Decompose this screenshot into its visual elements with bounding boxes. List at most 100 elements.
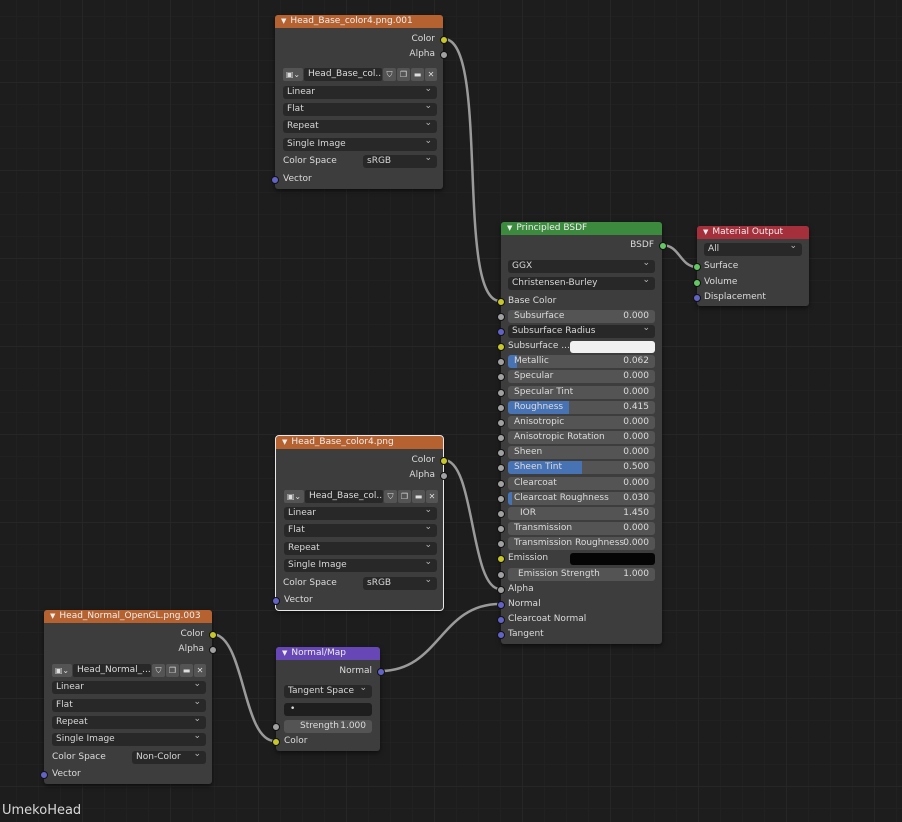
material-output-node[interactable]: ▼ Material Output All Surface Volume Disp… [693, 226, 809, 306]
strength-input-socket[interactable] [272, 723, 280, 731]
target-dropdown[interactable]: All [704, 240, 802, 256]
slider-ior[interactable]: IOR 1.450 [508, 507, 655, 520]
normal-map-node[interactable]: ▼ Normal/Map Normal Tangent Space • Stren… [272, 647, 385, 751]
duplicate-icon[interactable]: ❐ [397, 68, 410, 81]
vector-input-socket[interactable] [271, 176, 279, 184]
color-space-dropdown[interactable]: sRGB [363, 574, 437, 590]
node-header[interactable]: ▼ Head_Base_color4.png [276, 436, 443, 449]
slider-input-socket[interactable] [497, 495, 505, 503]
fake-user-shield-icon[interactable]: ⛉ [152, 664, 165, 677]
collapse-triangle-icon[interactable]: ▼ [281, 17, 286, 25]
extension-dropdown[interactable]: Repeat [284, 539, 437, 555]
color-space-dropdown[interactable]: Non-Color [132, 748, 206, 764]
image-texture-node-2[interactable]: ▼ Head_Base_color4.png Color Alpha ▣⌄ Hea… [272, 435, 448, 611]
projection-dropdown[interactable]: Flat [283, 100, 437, 116]
slider-input-socket[interactable] [497, 540, 505, 548]
principled-bsdf-node[interactable]: ▼ Principled BSDF BSDF GGX Christensen-Bu… [497, 222, 667, 644]
normal-input-socket[interactable] [497, 601, 505, 609]
slider-input-socket[interactable] [497, 389, 505, 397]
subsurface-color-input-socket[interactable] [497, 343, 505, 351]
duplicate-icon[interactable]: ❐ [166, 664, 179, 677]
space-dropdown[interactable]: Tangent Space [284, 682, 372, 698]
node-header[interactable]: ▼ Normal/Map [276, 647, 380, 660]
slider-sheen-tint[interactable]: Sheen Tint 0.500 [508, 461, 655, 474]
distribution-dropdown[interactable]: GGX [508, 257, 655, 273]
slider-anisotropic[interactable]: Anisotropic 0.000 [508, 416, 655, 429]
node-header[interactable]: ▼ Head_Normal_OpenGL.png.003 [44, 610, 212, 623]
slider-specular-tint[interactable]: Specular Tint 0.000 [508, 386, 655, 399]
emission-input-socket[interactable] [497, 555, 505, 563]
interpolation-dropdown[interactable]: Linear [283, 83, 437, 99]
unlink-close-icon[interactable]: ✕ [425, 68, 437, 81]
slider-input-socket[interactable] [497, 525, 505, 533]
slider-subsurface[interactable]: Subsurface 0.000 [508, 310, 655, 323]
collapse-triangle-icon[interactable]: ▼ [507, 224, 512, 232]
projection-dropdown[interactable]: Flat [52, 696, 206, 712]
fake-user-shield-icon[interactable]: ⛉ [384, 490, 397, 503]
extension-dropdown[interactable]: Repeat [52, 713, 206, 729]
slider-specular[interactable]: Specular 0.000 [508, 370, 655, 383]
bsdf-output-socket[interactable] [659, 242, 667, 250]
fake-user-shield-icon[interactable]: ⛉ [383, 68, 396, 81]
slider-transmission[interactable]: Transmission 0.000 [508, 522, 655, 535]
volume-input-socket[interactable] [693, 279, 701, 287]
emission-strength-input-socket[interactable] [497, 571, 505, 579]
interpolation-dropdown[interactable]: Linear [284, 504, 437, 520]
collapse-triangle-icon[interactable]: ▼ [282, 649, 287, 657]
slider-input-socket[interactable] [497, 358, 505, 366]
tangent-input-socket[interactable] [497, 631, 505, 639]
color-output-socket[interactable] [440, 36, 448, 44]
slider-input-socket[interactable] [497, 313, 505, 321]
slider-anisotropic-rotation[interactable]: Anisotropic Rotation 0.000 [508, 431, 655, 444]
image-texture-node-3[interactable]: ▼ Head_Normal_OpenGL.png.003 Color Alpha … [40, 610, 217, 784]
source-dropdown[interactable]: Single Image [284, 556, 437, 572]
slider-input-socket[interactable] [497, 404, 505, 412]
image-browse-icon[interactable]: ▣⌄ [52, 664, 72, 677]
subsurface-radius-input-socket[interactable] [497, 328, 505, 336]
alpha-input-socket[interactable] [497, 586, 505, 594]
interpolation-dropdown[interactable]: Linear [52, 678, 206, 694]
normal-output-socket[interactable] [377, 668, 385, 676]
color-output-socket[interactable] [440, 457, 448, 465]
subsurface-radius-dropdown[interactable]: Subsurface Radius [508, 322, 655, 338]
slider-input-socket[interactable] [497, 510, 505, 518]
strength-slider[interactable]: Strength 1.000 [284, 720, 372, 733]
subsurface-method-dropdown[interactable]: Christensen-Burley [508, 274, 655, 290]
open-folder-icon[interactable]: ▬ [180, 664, 193, 677]
slider-clearcoat-roughness[interactable]: Clearcoat Roughness 0.030 [508, 492, 655, 505]
source-dropdown[interactable]: Single Image [283, 135, 437, 151]
emission-strength-slider[interactable]: Emission Strength 1.000 [508, 568, 655, 581]
extension-dropdown[interactable]: Repeat [283, 117, 437, 133]
projection-dropdown[interactable]: Flat [284, 521, 437, 537]
slider-input-socket[interactable] [497, 434, 505, 442]
slider-metallic[interactable]: Metallic 0.062 [508, 355, 655, 368]
alpha-output-socket[interactable] [209, 646, 217, 654]
vector-input-socket[interactable] [40, 771, 48, 779]
slider-roughness[interactable]: Roughness 0.415 [508, 401, 655, 414]
displacement-input-socket[interactable] [693, 294, 701, 302]
open-folder-icon[interactable]: ▬ [412, 490, 425, 503]
slider-input-socket[interactable] [497, 464, 505, 472]
base-color-input-socket[interactable] [497, 298, 505, 306]
uv-map-field[interactable]: • [284, 703, 372, 716]
vector-input-socket[interactable] [272, 597, 280, 605]
slider-input-socket[interactable] [497, 419, 505, 427]
image-browse-icon[interactable]: ▣⌄ [284, 490, 304, 503]
emission-color-swatch[interactable] [570, 553, 655, 565]
subsurface-color-swatch[interactable] [570, 341, 655, 353]
image-name-field[interactable]: Head_Base_col... [305, 490, 383, 503]
unlink-close-icon[interactable]: ✕ [194, 664, 206, 677]
color-input-socket[interactable] [272, 738, 280, 746]
slider-input-socket[interactable] [497, 480, 505, 488]
image-browse-icon[interactable]: ▣⌄ [283, 68, 303, 81]
clearcoat-normal-input-socket[interactable] [497, 616, 505, 624]
collapse-triangle-icon[interactable]: ▼ [703, 228, 708, 236]
open-folder-icon[interactable]: ▬ [411, 68, 424, 81]
image-name-field[interactable]: Head_Normal_... [73, 664, 151, 677]
image-name-field[interactable]: Head_Base_col... [304, 68, 382, 81]
unlink-close-icon[interactable]: ✕ [426, 490, 438, 503]
slider-clearcoat[interactable]: Clearcoat 0.000 [508, 477, 655, 490]
collapse-triangle-icon[interactable]: ▼ [282, 438, 287, 446]
color-output-socket[interactable] [209, 631, 217, 639]
slider-input-socket[interactable] [497, 373, 505, 381]
